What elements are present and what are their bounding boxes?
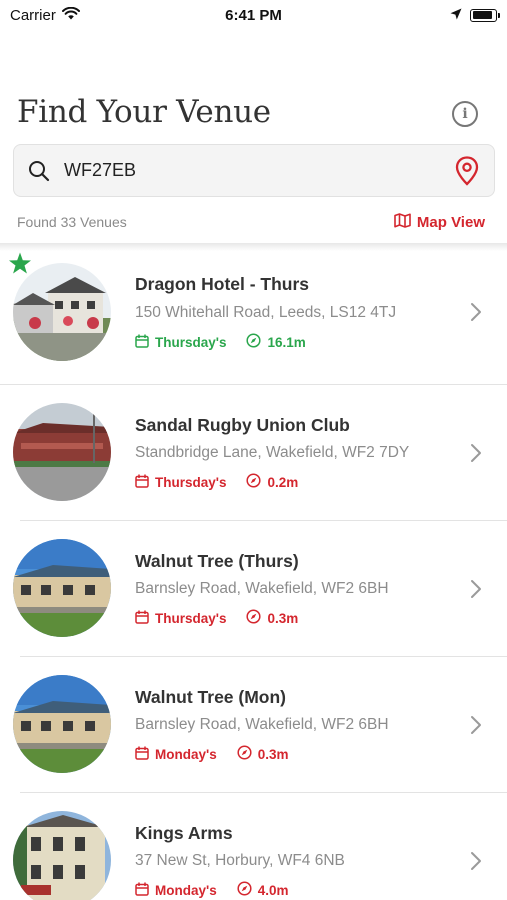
venue-address: Standbridge Lane, Wakefield, WF2 7DY bbox=[135, 444, 410, 461]
chevron-right-icon bbox=[470, 715, 482, 740]
venue-address: Barnsley Road, Wakefield, WF2 6BH bbox=[135, 580, 389, 597]
map-icon bbox=[394, 212, 411, 232]
venue-day-label: Monday's bbox=[155, 882, 217, 898]
results-count: Found 33 Venues bbox=[17, 214, 127, 230]
venue-photo bbox=[13, 539, 111, 637]
venue-distance-label: 0.3m bbox=[257, 746, 289, 762]
battery-level bbox=[472, 11, 493, 19]
venue-day-label: Thursday's bbox=[155, 334, 227, 350]
venue-row[interactable]: Dragon Hotel - Thurs 150 Whitehall Road,… bbox=[0, 246, 507, 382]
venue-row[interactable]: Kings Arms 37 New St, Horbury, WF4 6NB M… bbox=[0, 793, 507, 900]
venue-name: Sandal Rugby Union Club bbox=[135, 415, 350, 435]
chevron-right-icon bbox=[470, 851, 482, 876]
venue-day: Thursday's bbox=[135, 334, 226, 351]
chevron-right-icon bbox=[470, 302, 482, 327]
venue-day: Monday's bbox=[135, 746, 217, 763]
venue-day: Monday's bbox=[135, 882, 217, 899]
venue-distance: 16.1m bbox=[246, 333, 306, 351]
venue-row[interactable]: Sandal Rugby Union Club Standbridge Lane… bbox=[0, 385, 507, 521]
search-bar bbox=[13, 144, 495, 197]
venue-day: Thursday's bbox=[135, 474, 226, 491]
venue-day-label: Thursday's bbox=[155, 610, 227, 626]
venue-name: Kings Arms bbox=[135, 823, 233, 843]
venue-distance-label: 0.2m bbox=[267, 474, 299, 490]
compass-icon bbox=[246, 473, 262, 491]
favorite-star-icon bbox=[8, 252, 32, 280]
venue-day: Thursday's bbox=[135, 610, 226, 627]
venue-name: Walnut Tree (Thurs) bbox=[135, 551, 299, 571]
venue-name: Walnut Tree (Mon) bbox=[135, 687, 287, 707]
status-bar: Carrier 6:41 PM bbox=[0, 0, 507, 30]
venue-distance-label: 0.3m bbox=[267, 610, 299, 626]
search-input[interactable] bbox=[64, 160, 424, 181]
venue-address: 150 Whitehall Road, Leeds, LS12 4TJ bbox=[135, 304, 397, 321]
venue-day-label: Thursday's bbox=[155, 474, 227, 490]
page-title: Find Your Venue bbox=[17, 94, 271, 130]
search-icon bbox=[28, 160, 50, 182]
calendar-icon bbox=[135, 474, 149, 491]
status-right bbox=[450, 7, 500, 24]
compass-icon bbox=[237, 881, 252, 899]
venue-distance-label: 4.0m bbox=[257, 882, 289, 898]
chevron-right-icon bbox=[470, 579, 482, 604]
venue-distance: 0.2m bbox=[246, 473, 298, 491]
carrier-label: Carrier bbox=[10, 6, 56, 24]
venue-distance-label: 16.1m bbox=[267, 334, 306, 350]
venue-photo bbox=[13, 675, 111, 773]
venue-meta: Thursday's 16.1m bbox=[135, 333, 306, 351]
venue-meta: Monday's 0.3m bbox=[135, 745, 289, 763]
venue-address: Barnsley Road, Wakefield, WF2 6BH bbox=[135, 716, 389, 733]
info-icon[interactable]: i bbox=[452, 101, 478, 127]
venue-distance: 0.3m bbox=[246, 609, 298, 627]
calendar-icon bbox=[135, 610, 149, 627]
calendar-icon bbox=[135, 746, 149, 763]
venue-day-label: Monday's bbox=[155, 746, 217, 762]
venue-distance: 0.3m bbox=[237, 745, 289, 763]
chevron-right-icon bbox=[470, 443, 482, 468]
calendar-icon bbox=[135, 882, 149, 899]
location-pin-icon[interactable] bbox=[454, 155, 480, 186]
venue-distance: 4.0m bbox=[237, 881, 289, 899]
venue-meta: Monday's 4.0m bbox=[135, 881, 289, 899]
venue-photo bbox=[13, 811, 111, 900]
venue-meta: Thursday's 0.2m bbox=[135, 473, 298, 491]
battery-icon bbox=[470, 8, 500, 22]
compass-icon bbox=[237, 745, 252, 763]
venue-row[interactable]: Walnut Tree (Mon) Barnsley Road, Wakefie… bbox=[0, 657, 507, 793]
compass-icon bbox=[246, 609, 262, 627]
venue-address: 37 New St, Horbury, WF4 6NB bbox=[135, 852, 345, 869]
venue-name: Dragon Hotel - Thurs bbox=[135, 274, 310, 294]
venue-row[interactable]: Walnut Tree (Thurs) Barnsley Road, Wakef… bbox=[0, 521, 507, 657]
map-view-button[interactable]: Map View bbox=[394, 212, 485, 232]
venue-photo bbox=[13, 403, 111, 501]
location-arrow-icon bbox=[450, 7, 462, 24]
venue-meta: Thursday's 0.3m bbox=[135, 609, 298, 627]
results-bar: Found 33 Venues Map View bbox=[17, 212, 485, 232]
map-view-label: Map View bbox=[416, 213, 485, 231]
calendar-icon bbox=[135, 334, 149, 351]
compass-icon bbox=[246, 333, 262, 351]
status-left: Carrier bbox=[10, 6, 80, 24]
wifi-icon bbox=[61, 6, 80, 24]
